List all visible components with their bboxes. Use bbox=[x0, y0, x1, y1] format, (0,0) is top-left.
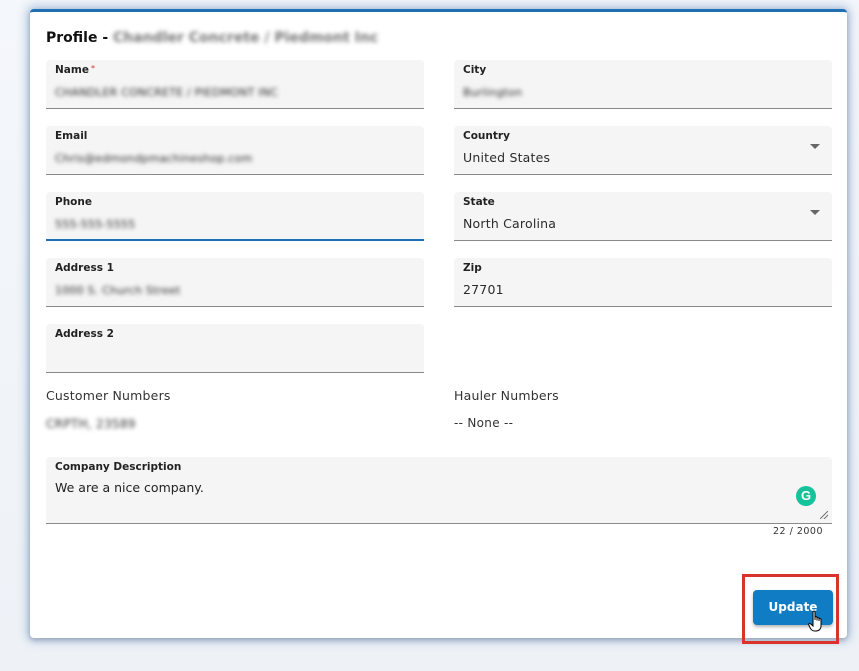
zip-field[interactable]: Zip 27701 bbox=[454, 258, 832, 307]
name-field[interactable]: Name * CHANDLER CONCRETE / PIEDMONT INC bbox=[46, 60, 424, 109]
required-mark: * bbox=[90, 64, 95, 73]
zip-value: 27701 bbox=[463, 282, 504, 297]
state-label: State bbox=[463, 196, 495, 208]
zip-label: Zip bbox=[463, 262, 482, 274]
address2-field[interactable]: Address 2 bbox=[46, 324, 424, 373]
email-value: Chris@edmondpmachineshop.com bbox=[55, 152, 253, 165]
name-value: CHANDLER CONCRETE / PIEDMONT INC bbox=[55, 86, 279, 99]
title-company: Chandler Concrete / Piedmont Inc bbox=[113, 30, 379, 46]
address1-field[interactable]: Address 1 1000 S. Church Street bbox=[46, 258, 424, 307]
title-prefix: Profile - bbox=[46, 30, 109, 46]
country-select[interactable]: Country United States bbox=[454, 126, 832, 175]
email-field[interactable]: Email Chris@edmondpmachineshop.com bbox=[46, 126, 424, 175]
address2-label: Address 2 bbox=[55, 328, 114, 340]
customer-numbers-value: CRPTH, 23589 bbox=[46, 417, 136, 431]
dropdown-caret-icon[interactable] bbox=[810, 210, 820, 215]
customer-numbers-label: Customer Numbers bbox=[46, 388, 171, 403]
hauler-numbers-value: -- None -- bbox=[454, 416, 514, 430]
dropdown-caret-icon[interactable] bbox=[810, 144, 820, 149]
grammarly-icon[interactable]: G bbox=[796, 486, 816, 506]
country-label: Country bbox=[463, 130, 510, 142]
hand-pointer-icon bbox=[808, 610, 822, 632]
profile-card: Profile - Chandler Concrete / Piedmont I… bbox=[30, 9, 847, 638]
city-label: City bbox=[463, 64, 487, 76]
address1-label: Address 1 bbox=[55, 262, 114, 274]
company-description-label: Company Description bbox=[55, 461, 182, 473]
state-value: North Carolina bbox=[463, 216, 557, 231]
city-value: Burlington bbox=[463, 86, 523, 99]
phone-value: 555-555-5555 bbox=[55, 218, 136, 231]
character-counter: 22 / 2000 bbox=[773, 526, 824, 537]
company-description-textarea[interactable]: Company Description We are a nice compan… bbox=[46, 457, 832, 524]
city-field[interactable]: City Burlington bbox=[454, 60, 832, 109]
phone-label: Phone bbox=[55, 196, 92, 208]
state-select[interactable]: State North Carolina bbox=[454, 192, 832, 241]
name-label: Name * bbox=[55, 64, 95, 76]
company-description-value: We are a nice company. bbox=[55, 480, 204, 495]
phone-field[interactable]: Phone 555-555-5555 bbox=[46, 192, 424, 241]
resize-handle-icon[interactable] bbox=[820, 511, 828, 519]
address1-value: 1000 S. Church Street bbox=[55, 284, 181, 297]
hauler-numbers-label: Hauler Numbers bbox=[454, 388, 559, 403]
email-label: Email bbox=[55, 130, 88, 142]
page-title: Profile - Chandler Concrete / Piedmont I… bbox=[46, 30, 378, 46]
country-value: United States bbox=[463, 150, 551, 165]
